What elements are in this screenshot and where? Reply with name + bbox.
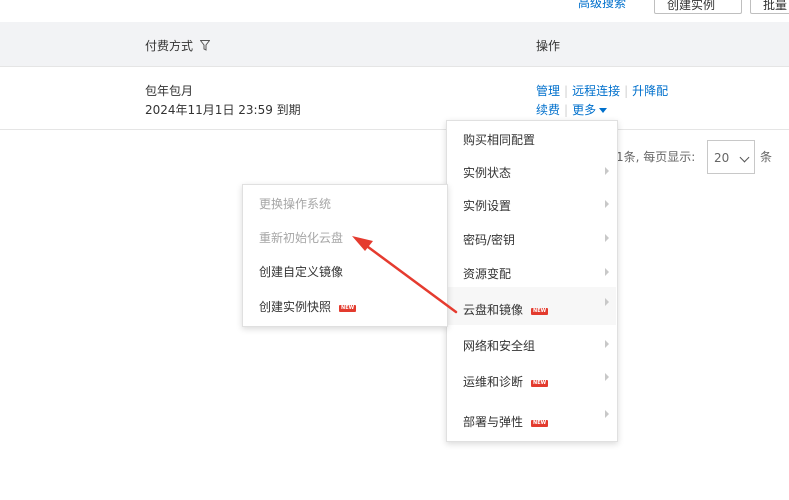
annotation-arrow-icon bbox=[352, 236, 458, 314]
